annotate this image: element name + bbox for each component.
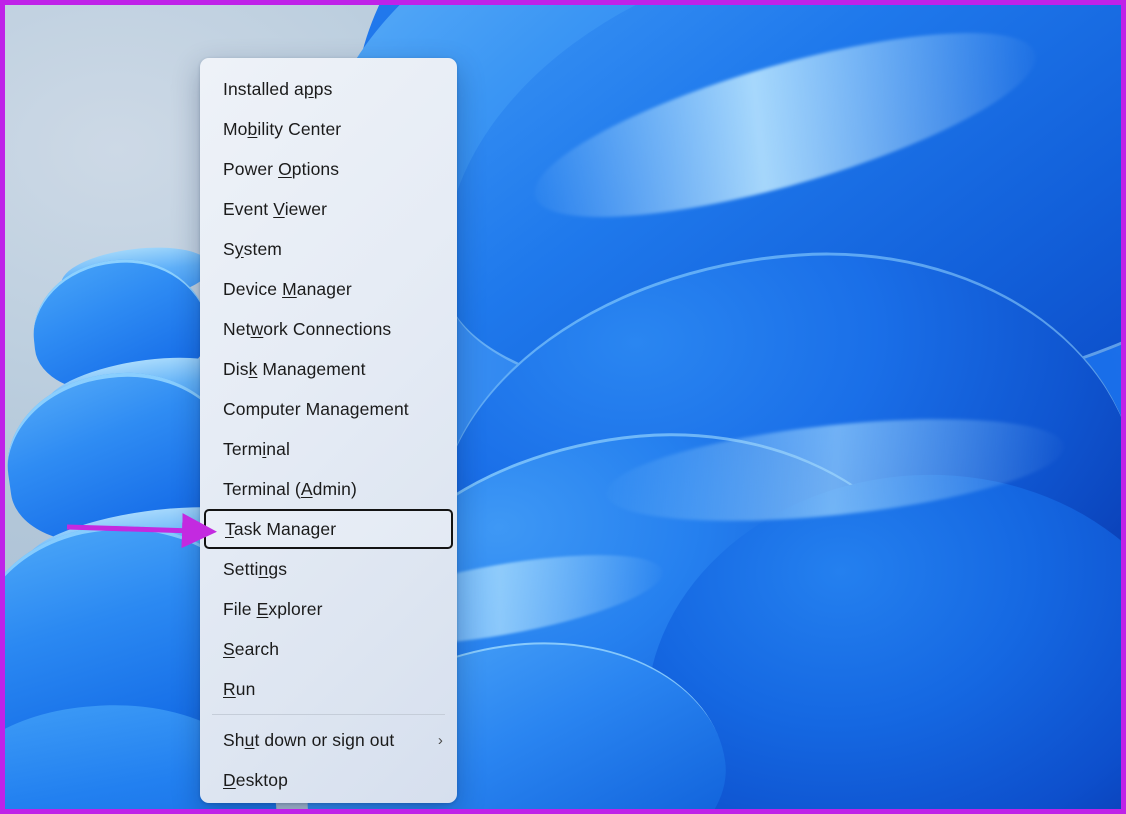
menu-item-disk-management[interactable]: Disk Management xyxy=(200,349,457,389)
menu-item-label: Settings xyxy=(223,558,288,579)
menu-item-file-explorer[interactable]: File Explorer xyxy=(200,589,457,629)
menu-item-power-options[interactable]: Power Options xyxy=(200,149,457,189)
menu-item-settings[interactable]: Settings xyxy=(200,549,457,589)
menu-item-label: Search xyxy=(223,638,280,659)
menu-item-installed-apps[interactable]: Installed apps xyxy=(200,69,457,109)
menu-item-terminal-admin[interactable]: Terminal (Admin) xyxy=(200,469,457,509)
menu-item-label: Device Manager xyxy=(223,278,352,299)
menu-item-device-manager[interactable]: Device Manager xyxy=(200,269,457,309)
winx-quick-link-menu[interactable]: Installed apps Mobility Center Power Optio… xyxy=(200,58,457,803)
menu-item-mobility-center[interactable]: Mobility Center xyxy=(200,109,457,149)
menu-item-label: Run xyxy=(223,678,256,699)
menu-item-label: System xyxy=(223,238,282,259)
menu-separator xyxy=(212,714,445,715)
desktop[interactable]: Installed apps Mobility Center Power Optio… xyxy=(5,5,1121,809)
menu-item-task-manager[interactable]: Task Manager xyxy=(204,509,453,549)
menu-item-desktop[interactable]: Desktop xyxy=(200,760,457,800)
menu-item-label: File Explorer xyxy=(223,598,323,619)
annotated-screenshot: Installed apps Mobility Center Power Optio… xyxy=(0,0,1126,814)
menu-item-shut-down-or-sign-out[interactable]: Shut down or sign out › xyxy=(200,720,457,760)
menu-item-system[interactable]: System xyxy=(200,229,457,269)
menu-item-label: Power Options xyxy=(223,158,340,179)
menu-item-network-connections[interactable]: Network Connections xyxy=(200,309,457,349)
menu-item-label: Terminal (Admin) xyxy=(223,478,357,499)
chevron-right-icon: › xyxy=(437,731,443,749)
menu-item-label: Event Viewer xyxy=(223,198,328,219)
menu-item-event-viewer[interactable]: Event Viewer xyxy=(200,189,457,229)
menu-item-search[interactable]: Search xyxy=(200,629,457,669)
menu-item-label: Network Connections xyxy=(223,318,392,339)
menu-item-label: Terminal xyxy=(223,438,290,459)
menu-item-label: Desktop xyxy=(223,769,288,790)
menu-item-label: Disk Management xyxy=(223,358,366,379)
menu-item-label: Task Manager xyxy=(225,518,337,539)
menu-item-run[interactable]: Run xyxy=(200,669,457,709)
menu-item-label: Installed apps xyxy=(223,78,333,99)
menu-item-label: Shut down or sign out xyxy=(223,729,395,750)
menu-item-label: Computer Management xyxy=(223,398,409,419)
menu-item-label: Mobility Center xyxy=(223,118,342,139)
menu-item-terminal[interactable]: Terminal xyxy=(200,429,457,469)
menu-item-computer-management[interactable]: Computer Management xyxy=(200,389,457,429)
